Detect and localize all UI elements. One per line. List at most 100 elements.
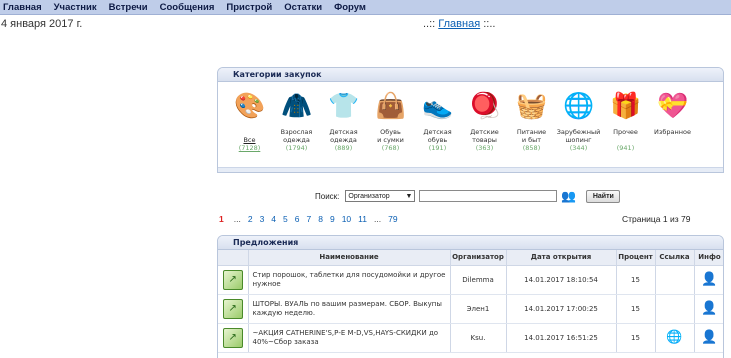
offer-organizer[interactable]: Элен1 [450,294,507,324]
organizers-icon[interactable]: 👥 [561,189,576,203]
offer-link-cell [655,294,695,324]
offer-info-cell: 👤 [694,265,723,295]
offer-info-cell: 👤 [694,294,723,324]
category-item[interactable]: 🎨 Все (7128) [226,88,273,153]
offer-percent: 15 [616,294,656,324]
globe-link-icon[interactable]: 🌐 [666,330,682,345]
page-link[interactable]: 6 [295,214,300,224]
category-item[interactable]: 🌐 Зарубежный шопинг (344) [555,88,602,153]
category-count: (344) [569,144,588,152]
page-ellipsis: ... [374,214,382,224]
breadcrumb-prefix: ..:: [423,18,439,30]
page-link[interactable]: 79 [388,214,397,224]
search-button[interactable]: Найти [586,189,621,203]
offer-link-cell [655,265,695,295]
column-header[interactable]: Ссылка [655,250,695,266]
current-date: 4 января 2017 г. [1,18,83,30]
table-row[interactable]: ↗ ~АКЦИЯ CATHERINE'S,Р-Е M-D,VS,HAYS-СКИД… [218,323,723,353]
category-count: (7128) [238,144,261,152]
category-item[interactable]: 👜 Обувь и сумки (768) [367,88,414,153]
category-item[interactable]: 💝 Избранное [649,88,696,153]
globe-icon: 🌐 [562,90,595,120]
category-label-line2: одежда [283,136,310,144]
washing-machine-icon: 🧺 [515,90,548,120]
nav-item[interactable]: Пристрой [226,2,272,13]
category-label: Зарубежный шопинг [557,128,601,144]
page-info: Страница 1 из 79 [622,214,691,224]
offer-folder-icon[interactable]: ↗ [222,298,243,319]
column-header[interactable]: Наименование [248,250,451,266]
toy-icon: 🪀 [468,90,501,120]
offer-link-cell: 🌐 [655,323,695,353]
category-label-line1: Детская [423,128,452,136]
category-label: Питание и быт [517,128,546,144]
user-info-icon[interactable]: 👤 [701,330,717,345]
category-item[interactable]: 🧺 Питание и быт (858) [508,88,555,153]
nav-item[interactable]: Участник [54,2,97,13]
offer-date: 14.01.2017 16:51:25 [506,323,617,353]
category-label: Все [243,136,255,144]
offer-organizer[interactable]: Ksu. [450,323,507,353]
category-label-line1: Питание [516,128,547,136]
category-item[interactable]: 🪀 Детские товары (363) [461,88,508,153]
category-label-line1: Все [243,136,256,144]
search-type-value: Организатор [348,192,390,200]
table-row[interactable]: ↗ ШТОРЫ. ВУАЛЬ по вашим размерам. СБОР. В… [218,294,723,324]
category-label: Прочее [613,128,638,144]
nav-item[interactable]: Сообщения [160,2,215,13]
breadcrumb-suffix: ::.. [480,18,496,30]
category-count: (363) [475,144,494,152]
user-info-icon[interactable]: 👤 [701,301,717,316]
search-bar: Поиск: Организатор ▼ 👥 Найти [315,189,621,203]
page-link[interactable]: 7 [307,214,312,224]
dropdown-arrow-icon: ▼ [405,192,413,200]
handbag-icon: 👜 [374,90,407,120]
category-item[interactable]: 🧥 Взрослая одежда (1794) [273,88,320,153]
offer-name[interactable]: ШТОРЫ. ВУАЛЬ по вашим размерам. СБОР. Вы… [248,294,451,324]
column-header[interactable]: Процент [616,250,656,266]
table-row[interactable]: ↗ Стир порошок, таблетки для посудомойки … [218,265,723,295]
offer-organizer[interactable]: Dilemma [450,265,507,295]
category-label-line2: и сумки [377,136,404,144]
category-label-line2: и быт [521,136,542,144]
page-link[interactable]: 3 [260,214,265,224]
column-header[interactable]: Инфо [694,250,723,266]
category-count: (941) [616,144,635,152]
offer-percent: 15 [616,265,656,295]
breadcrumb-home-link[interactable]: Главная [438,18,480,30]
column-header[interactable] [218,250,249,266]
jacket-icon: 🧥 [280,90,313,120]
page-link[interactable]: 10 [342,214,351,224]
categories-panel: Категории закупок 🎨 Все (7128) 🧥 Взрослая оде… [217,67,724,173]
offer-name[interactable]: Стир порошок, таблетки для посудомойки и… [248,265,451,295]
nav-item[interactable]: Форум [334,2,366,13]
page-link[interactable]: 4 [271,214,276,224]
column-header[interactable]: Организатор [450,250,507,266]
category-item[interactable]: 👕 Детская одежда (889) [320,88,367,153]
nav-item[interactable]: Главная [3,2,42,13]
page-link[interactable]: 9 [330,214,335,224]
heart-icon: 💝 [656,90,689,120]
nav-item[interactable]: Остатки [284,2,322,13]
category-label-line1: Детские [470,128,499,136]
search-type-select[interactable]: Организатор ▼ [345,190,416,202]
column-header[interactable]: Дата открытия [506,250,617,266]
category-label: Избранное [654,128,691,144]
offer-folder-icon[interactable]: ↗ [222,269,243,290]
page-link[interactable]: 11 [358,214,367,224]
offer-name[interactable]: ~АКЦИЯ CATHERINE'S,Р-Е M-D,VS,HAYS-СКИДК… [248,323,451,353]
category-label-line2: одежда [330,136,357,144]
page-link[interactable]: 2 [248,214,253,224]
category-item[interactable]: 🎁 Прочее (941) [602,88,649,153]
page-link[interactable]: 8 [318,214,323,224]
user-info-icon[interactable]: 👤 [701,272,717,287]
nav-item[interactable]: Встречи [109,2,148,13]
category-label: Взрослая одежда [281,128,313,144]
categories-title: Категории закупок [218,68,723,82]
search-input[interactable] [419,190,558,202]
offer-date: 14.01.2017 17:00:25 [506,294,617,324]
page-link[interactable]: 5 [283,214,288,224]
offer-folder-icon[interactable]: ↗ [222,327,243,348]
category-item[interactable]: 👟 Детская обувь (191) [414,88,461,153]
category-count: (768) [381,144,400,152]
